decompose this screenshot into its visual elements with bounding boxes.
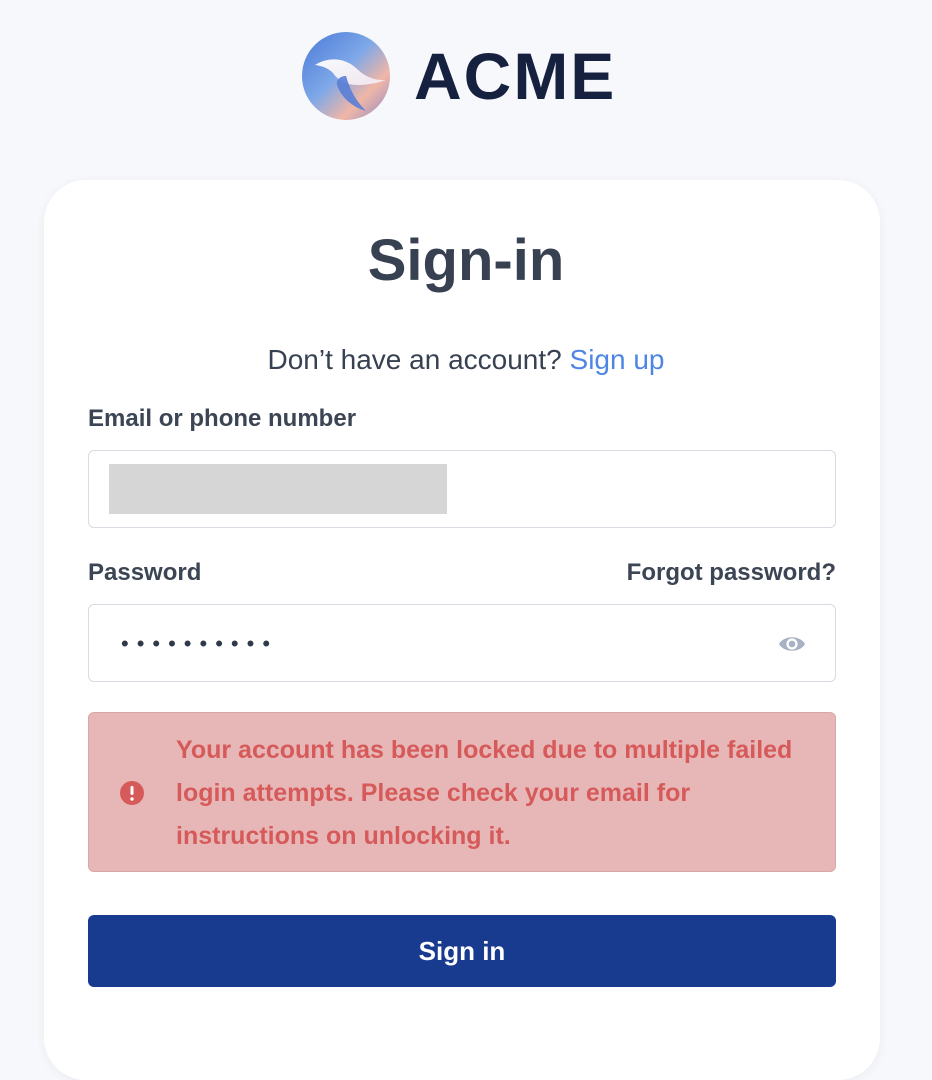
- forgot-password-link[interactable]: Forgot password?: [627, 557, 836, 589]
- acme-logo: ACME: [300, 30, 625, 122]
- password-label: Password: [88, 559, 202, 586]
- alert-message: Your account has been locked due to mult…: [176, 736, 793, 850]
- account-locked-alert: Your account has been locked due to mult…: [88, 712, 836, 872]
- signup-prompt-line: Don’t have an account? Sign up: [0, 340, 932, 380]
- email-label: Email or phone number: [88, 405, 357, 432]
- header: ACME: [0, 0, 932, 150]
- sign-in-button[interactable]: Sign in: [88, 915, 836, 987]
- acme-logo-icon: [302, 32, 390, 120]
- eye-icon[interactable]: [777, 631, 807, 657]
- email-field[interactable]: [88, 450, 836, 528]
- email-input[interactable]: [89, 451, 835, 527]
- page-title: Sign-in: [367, 228, 565, 293]
- brand-name: ACME: [414, 39, 617, 113]
- alert-circle-icon: [120, 781, 144, 805]
- password-value: ••••••••••: [121, 631, 279, 656]
- signup-prompt: Don’t have an account?: [267, 344, 562, 375]
- signup-link[interactable]: Sign up: [570, 344, 665, 375]
- password-field[interactable]: ••••••••••: [88, 604, 836, 682]
